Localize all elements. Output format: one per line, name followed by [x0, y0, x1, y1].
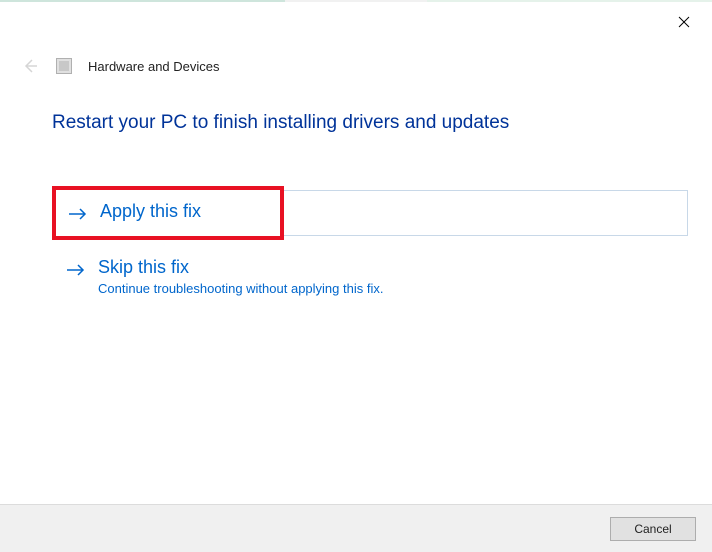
window-top-accent: [0, 0, 712, 2]
skip-fix-label: Skip this fix: [98, 256, 383, 279]
instruction-text: Restart your PC to finish installing dri…: [52, 112, 688, 134]
breadcrumb: Hardware and Devices: [20, 56, 220, 76]
page-title: Hardware and Devices: [88, 59, 220, 74]
cancel-button[interactable]: Cancel: [610, 517, 696, 541]
arrow-right-icon: [68, 202, 88, 226]
cancel-button-label: Cancel: [634, 522, 671, 536]
back-arrow-icon: [20, 56, 40, 76]
main-content: Restart your PC to finish installing dri…: [52, 112, 688, 296]
close-button[interactable]: [674, 14, 694, 34]
apply-fix-label: Apply this fix: [100, 200, 201, 223]
troubleshooter-icon: [56, 58, 72, 74]
apply-fix-option[interactable]: Apply this fix: [52, 186, 688, 240]
skip-fix-subtitle: Continue troubleshooting without applyin…: [98, 281, 383, 296]
apply-fix-highlight: Apply this fix: [52, 186, 284, 240]
close-icon: [678, 15, 690, 33]
arrow-right-icon: [66, 258, 86, 282]
dialog-footer: Cancel: [0, 504, 712, 552]
skip-fix-option[interactable]: Skip this fix Continue troubleshooting w…: [52, 256, 688, 296]
